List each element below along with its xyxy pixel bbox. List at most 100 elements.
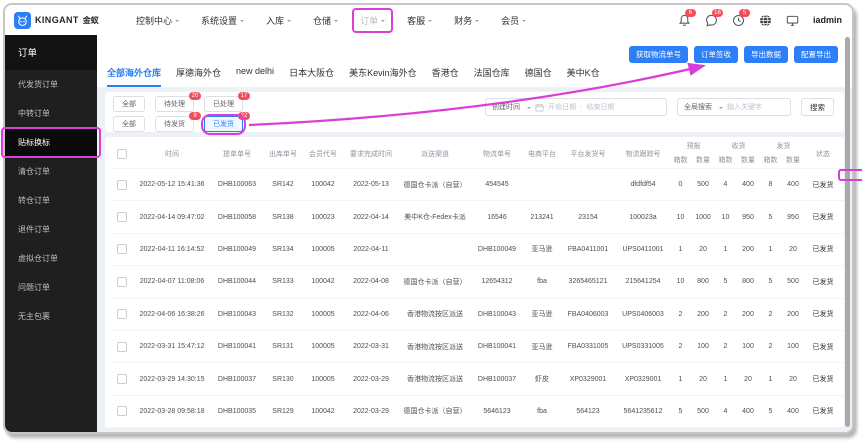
current-user[interactable]: iadmin <box>813 15 842 25</box>
tab[interactable]: 香港仓 <box>432 66 459 87</box>
filter-chip[interactable]: 待发货 9 <box>155 112 201 132</box>
bell-icon[interactable]: 6 <box>678 8 696 27</box>
cell-received-qty: 100 <box>735 329 761 363</box>
cell-received-boxes: 1 <box>716 362 735 396</box>
filter-chip[interactable]: 全部 <box>113 116 145 132</box>
tab[interactable]: 美中K仓 <box>567 66 600 87</box>
action-link[interactable]: 打印面单 <box>841 254 844 264</box>
cell-platform: 亚马逊 <box>523 297 561 331</box>
action-link[interactable]: 订单详情 <box>841 374 844 384</box>
sidebar-item[interactable]: 中转订单 <box>5 99 97 128</box>
row-checkbox[interactable] <box>117 276 127 287</box>
action-link[interactable]: 签收货物 <box>841 202 844 212</box>
table-row: 2022-05-12 15:41:36 DHB100063 SR142 100042 2… <box>111 167 844 201</box>
search-scope-select[interactable]: 全局搜索 <box>684 102 712 112</box>
action-link[interactable]: 打印面单 <box>841 190 844 200</box>
tab[interactable]: new delhi <box>236 66 274 87</box>
filter-chip[interactable]: 全部 <box>113 96 145 112</box>
action-link[interactable]: 签收货物 <box>841 267 844 277</box>
topnav-item[interactable]: 入库 <box>266 14 292 27</box>
date-range-filter[interactable]: 创建时间 开始日期 - 结束日期 <box>485 98 667 116</box>
action-link[interactable]: 签收货物 <box>841 332 844 342</box>
count-badge: 20 <box>189 92 201 100</box>
tab[interactable]: 日本大阪仓 <box>289 66 334 87</box>
filter-chip[interactable]: 已处理 17 <box>204 92 250 112</box>
time-type-select[interactable]: 创建时间 <box>492 102 520 112</box>
cell-platform: fba <box>523 394 561 428</box>
action-link[interactable]: 订单详情 <box>841 342 844 352</box>
action-button[interactable]: 配置导出 <box>794 46 838 63</box>
filter-chip[interactable]: 待处理 20 <box>155 92 201 112</box>
row-checkbox[interactable] <box>117 406 127 417</box>
tab[interactable]: 法国仓库 <box>474 66 510 87</box>
tab[interactable]: 美东Kevin海外仓 <box>349 66 417 87</box>
topnav-item[interactable]: 控制中心 <box>136 14 180 27</box>
row-checkbox[interactable] <box>117 341 127 352</box>
action-link[interactable]: 签收货物 <box>841 397 844 407</box>
globe-icon[interactable] <box>759 14 772 27</box>
topnav-item[interactable]: 客服 <box>407 14 433 27</box>
action-link[interactable]: 签收货物 <box>841 300 844 310</box>
topnav-item[interactable]: 财务 <box>454 14 480 27</box>
cell-time: 2022-03-28 09:58:18 <box>133 394 211 428</box>
topnav-item[interactable]: 系统设置 <box>201 14 245 27</box>
cell-channel: 香港物流按区派送 <box>399 297 471 331</box>
sidebar-item[interactable]: 贴标换标 <box>5 128 97 157</box>
action-button[interactable]: 订单签收 <box>694 46 738 63</box>
search-controls: 创建时间 开始日期 - 结束日期 全局搜索 输入关键字 搜索 <box>485 98 834 116</box>
date-end-input[interactable]: 结束日期 <box>586 102 614 112</box>
clock-icon[interactable]: 5 <box>732 8 750 27</box>
action-link[interactable]: 打印面单 <box>841 287 844 297</box>
action-link[interactable]: 打印面单 <box>841 384 844 394</box>
tab[interactable]: 全部海外仓库 <box>107 66 162 87</box>
vertical-scrollbar[interactable] <box>845 37 850 427</box>
action-link[interactable]: 签收货物 <box>841 170 844 180</box>
message-icon[interactable]: 16 <box>705 8 723 27</box>
search-button[interactable]: 搜索 <box>801 98 834 116</box>
sidebar-item[interactable]: 问题订单 <box>5 273 97 302</box>
topnav-item[interactable]: 订单 <box>360 14 386 27</box>
sidebar-item[interactable]: 代发货订单 <box>5 70 97 99</box>
action-link[interactable]: 打印面单 <box>841 416 844 426</box>
row-checkbox[interactable] <box>117 244 127 255</box>
sidebar-item[interactable]: 虚拟仓订单 <box>5 244 97 273</box>
action-link[interactable]: 签收货物 <box>841 364 844 374</box>
action-link[interactable]: 订单详情 <box>841 212 844 222</box>
row-checkbox[interactable] <box>117 179 127 190</box>
topnav-item[interactable]: 仓储 <box>313 14 339 27</box>
cell-platform-ship-no: XP0329001 <box>561 362 615 396</box>
action-link[interactable]: 打印面单 <box>841 319 844 329</box>
keyword-input[interactable]: 输入关键字 <box>727 102 762 112</box>
action-link[interactable]: 订单详情 <box>841 180 844 190</box>
global-search-control[interactable]: 全局搜索 输入关键字 <box>677 98 791 116</box>
row-checkbox-cell <box>111 200 133 234</box>
action-link[interactable]: 打印面单 <box>841 352 844 362</box>
select-all-checkbox[interactable] <box>111 139 133 169</box>
date-start-input[interactable]: 开始日期 <box>548 102 576 112</box>
sidebar-item[interactable]: 转仓订单 <box>5 186 97 215</box>
row-checkbox[interactable] <box>117 212 127 223</box>
sidebar-item[interactable]: 退件订单 <box>5 215 97 244</box>
cell-shipped-qty: 950 <box>780 200 806 234</box>
action-link[interactable]: 订单详情 <box>841 245 844 255</box>
tab[interactable]: 厚德海外仓 <box>176 66 221 87</box>
action-button[interactable]: 获取物流单号 <box>629 46 688 63</box>
cell-tracking-no: 5641235612 <box>615 394 671 428</box>
sidebar-item[interactable]: 无主包裹 <box>5 302 97 331</box>
cell-due-date: 2022-04-14 <box>343 200 399 234</box>
row-checkbox[interactable] <box>117 309 127 320</box>
row-checkbox[interactable] <box>117 374 127 385</box>
tab[interactable]: 德国仓 <box>525 66 552 87</box>
checkbox-icon[interactable] <box>117 148 127 159</box>
sidebar-item[interactable]: 清仓订单 <box>5 157 97 186</box>
monitor-icon[interactable] <box>786 14 799 27</box>
action-link[interactable]: 订单详情 <box>841 407 844 417</box>
action-button[interactable]: 导出数据 <box>744 46 788 63</box>
topnav-item[interactable]: 会员 <box>501 14 527 27</box>
action-link[interactable]: 订单详情 <box>841 277 844 287</box>
action-link[interactable]: 订单详情 <box>841 309 844 319</box>
action-link[interactable]: 签收货物 <box>841 235 844 245</box>
filter-chip[interactable]: 已发货 22 <box>204 112 250 132</box>
action-link[interactable]: 打印面单 <box>841 222 844 232</box>
cell-channel: 美中K仓-Fedex卡派 <box>399 200 471 234</box>
